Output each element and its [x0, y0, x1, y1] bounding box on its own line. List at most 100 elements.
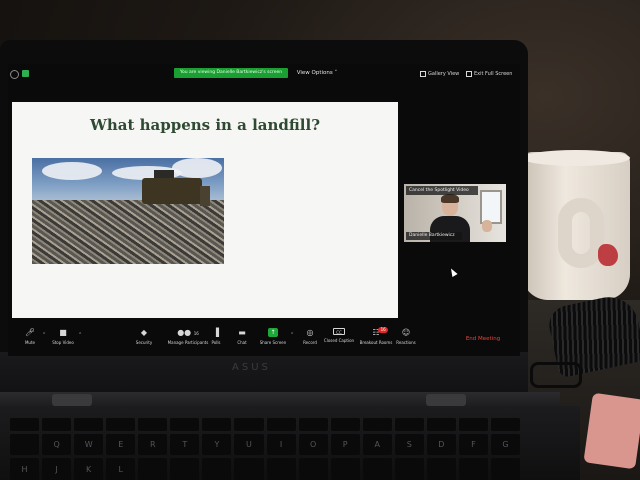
hinge-cap-right — [426, 394, 466, 406]
reactions-button[interactable]: ☺ Reactions — [394, 328, 418, 354]
cc-icon: CC — [333, 328, 345, 335]
pink-card — [583, 392, 640, 470]
photo-cloud — [172, 158, 222, 178]
view-options-button[interactable]: View Options ˅ — [294, 67, 340, 79]
keyboard-key: F — [458, 433, 488, 456]
manage-participants-label: Manage Participants — [167, 340, 209, 345]
keyboard-key: G — [490, 433, 520, 456]
polls-button[interactable]: ▐ Polls — [208, 328, 224, 354]
video-camera-icon: ■ — [59, 328, 67, 337]
keyboard-key: E — [106, 433, 136, 456]
keyboard-key: O — [298, 433, 328, 456]
info-icon[interactable] — [10, 70, 19, 79]
keyboard-key: D — [426, 433, 456, 456]
keyboard-key — [42, 418, 72, 431]
reactions-label: Reactions — [396, 340, 416, 345]
keyboard-key — [138, 418, 168, 431]
keyboard-key: Y — [202, 433, 232, 456]
manage-participants-button[interactable]: ●● 16 Manage Participants — [166, 328, 210, 354]
exit-full-screen-label: Exit Full Screen — [474, 71, 513, 77]
bulldozer — [142, 178, 202, 204]
keyboard-key — [490, 458, 520, 480]
stop-video-label: Stop Video — [52, 340, 74, 345]
keyboard-key — [330, 418, 360, 431]
breakout-rooms-button[interactable]: ☷ 16 Breakout Rooms — [358, 327, 394, 354]
exit-fullscreen-icon — [466, 70, 472, 77]
chat-icon: ▬ — [238, 328, 246, 337]
photo-trash-ground — [32, 200, 224, 264]
eyeglasses — [530, 362, 582, 388]
keyboard-key — [266, 418, 296, 431]
keyboard-key — [234, 458, 264, 480]
reactions-icon: ☺ — [401, 328, 411, 337]
keyboard-key — [234, 418, 264, 431]
polls-label: Polls — [211, 340, 221, 345]
photo-cloud — [42, 162, 102, 180]
mute-label: Mute — [24, 340, 35, 345]
mute-button[interactable]: 🎤︎ Mute — [16, 328, 44, 354]
chevron-up-icon[interactable]: ⌃ — [78, 332, 84, 338]
gallery-view-button[interactable]: Gallery View — [420, 69, 460, 79]
security-button[interactable]: ◆ Security — [130, 328, 158, 354]
security-label: Security — [135, 340, 153, 345]
cancel-spotlight-button[interactable]: Cancel the Spotlight Video — [406, 186, 478, 195]
participant-name-tag: Danielle Bartkiewicz — [406, 232, 462, 240]
keyboard-key: Q — [42, 433, 72, 456]
keyboard-key — [106, 418, 136, 431]
share-screen-label: Share Screen — [259, 340, 287, 345]
keyboard-key: P — [330, 433, 360, 456]
keyboard-key — [394, 458, 424, 480]
record-icon: ◎ — [306, 328, 314, 337]
keyboard: QWERTYUIOPASDFG HJKL — [10, 418, 520, 480]
keyboard-key — [138, 458, 168, 480]
keyboard-key — [170, 418, 200, 431]
lock-icon[interactable] — [22, 70, 29, 77]
record-button[interactable]: ◎ Record — [300, 328, 320, 354]
video-window-frame — [480, 190, 502, 224]
keyboard-key — [298, 458, 328, 480]
keyboard-key: H — [10, 458, 40, 480]
shield-icon: ◆ — [140, 328, 148, 337]
participant-hand — [482, 220, 492, 232]
slide-title: What happens in a landfill? — [89, 116, 320, 134]
participants-icon: ●● 16 — [177, 328, 199, 337]
shared-slide: What happens in a landfill? — [12, 102, 398, 318]
zoom-toolbar: 🎤︎ Mute ⌃ ■ Stop Video ⌃ ◆ Security ●● 1… — [8, 326, 520, 356]
breakout-badge: 16 — [378, 327, 389, 333]
share-screen-button[interactable]: ↑ Share Screen — [258, 328, 288, 354]
chat-label: Chat — [237, 340, 247, 345]
mug-rim — [522, 150, 630, 166]
keyboard-key — [74, 418, 104, 431]
exit-full-screen-button[interactable]: Exit Full Screen — [466, 69, 516, 79]
share-screen-icon: ↑ — [268, 328, 278, 337]
laptop-brand-logo: ASUS — [232, 362, 271, 373]
gallery-icon — [420, 70, 426, 77]
record-label: Record — [303, 340, 317, 345]
keyboard-key — [298, 418, 328, 431]
keyboard-key — [458, 458, 488, 480]
keyboard-key — [362, 458, 392, 480]
microphone-icon: 🎤︎ — [25, 328, 36, 337]
closed-caption-button[interactable]: CC Closed Caption — [322, 328, 356, 354]
keyboard-key: U — [234, 433, 264, 456]
hinge-cap-left — [52, 394, 92, 406]
keyboard-key — [394, 418, 424, 431]
keyboard-key — [202, 458, 232, 480]
gallery-view-label: Gallery View — [428, 71, 460, 77]
viewing-screen-banner: You are viewing Danielle Bartkiewicz's s… — [174, 68, 288, 78]
keyboard-key — [458, 418, 488, 431]
stop-video-button[interactable]: ■ Stop Video — [48, 328, 78, 354]
end-meeting-button[interactable]: End Meeting — [456, 332, 510, 346]
keyboard-key — [362, 418, 392, 431]
keyboard-key — [170, 458, 200, 480]
keyboard-key: L — [106, 458, 136, 480]
mug-red-mark — [598, 244, 618, 266]
chevron-up-icon[interactable]: ⌃ — [290, 332, 296, 338]
keyboard-key: R — [138, 433, 168, 456]
spotlight-video[interactable]: Cancel the Spotlight Video Danielle Bart… — [404, 184, 506, 242]
participant-hair — [441, 194, 459, 203]
participant-count: 16 — [193, 331, 199, 336]
chat-button[interactable]: ▬ Chat — [234, 328, 250, 354]
keyboard-key — [426, 418, 456, 431]
keyboard-key — [426, 458, 456, 480]
